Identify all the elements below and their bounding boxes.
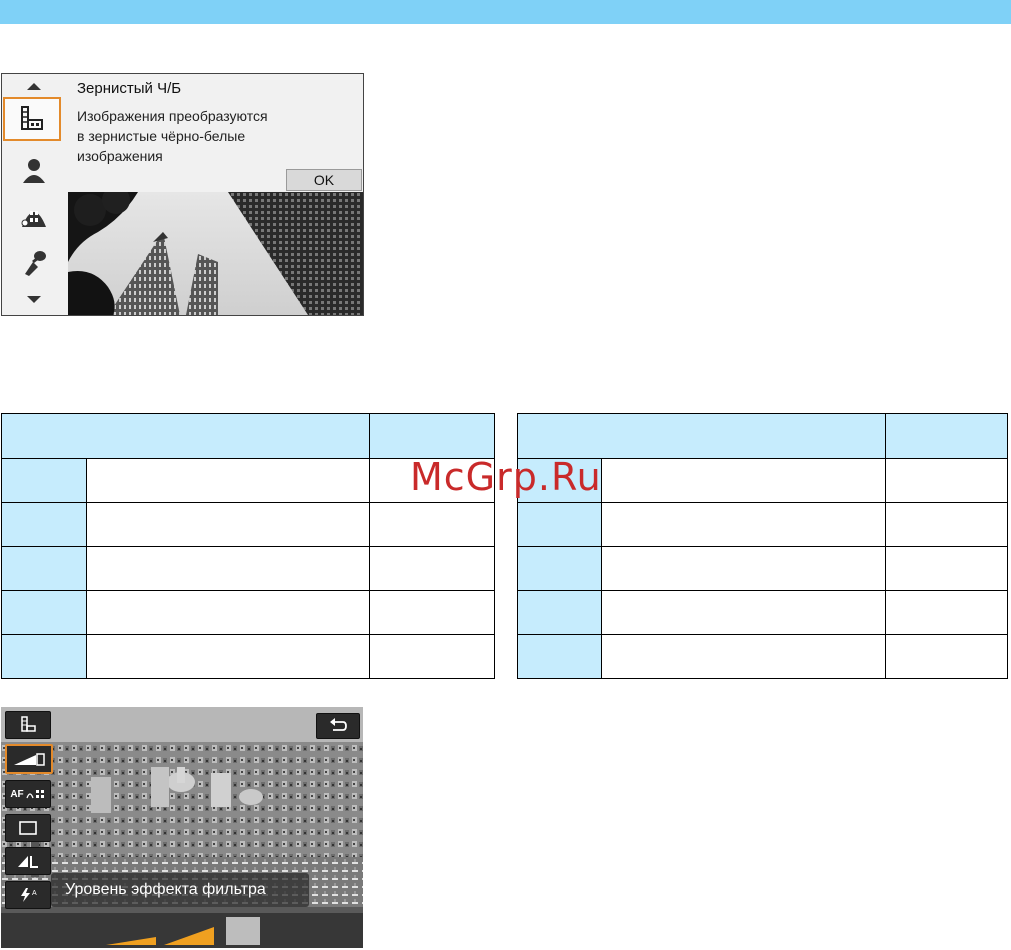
soft-focus-icon[interactable]	[8, 148, 60, 192]
table-cell	[369, 634, 495, 679]
effect-level-bars	[106, 917, 260, 945]
table-key-cell	[517, 546, 602, 591]
table-cell	[369, 502, 495, 547]
preview-photo-skyscrapers	[68, 186, 363, 315]
table-header-row	[0, 413, 495, 459]
return-arrow-icon	[330, 718, 347, 731]
description-line: в зернистые чёрно-белые	[77, 128, 246, 144]
table-cell	[85, 546, 371, 591]
image-quality-icon[interactable]	[5, 847, 51, 875]
table-cell	[600, 590, 887, 635]
table-row	[1, 590, 495, 635]
table-key-cell	[1, 590, 87, 635]
effect-level-selector	[1, 913, 363, 948]
table-header-cell	[369, 413, 495, 459]
table-key-cell	[517, 502, 602, 547]
table-row	[517, 546, 1008, 591]
table-cell	[600, 546, 887, 591]
fisheye-icon[interactable]	[8, 194, 60, 238]
filter-icon[interactable]	[5, 711, 51, 739]
table-row	[1, 502, 495, 547]
filter-title: Зернистый Ч/Б	[77, 80, 182, 97]
effect-level-bar[interactable]	[164, 927, 214, 945]
svg-text:A: A	[32, 890, 37, 897]
table-header-cell	[0, 413, 371, 459]
grainy-bw-icon[interactable]	[3, 97, 61, 141]
table-cell	[85, 590, 371, 635]
settings-table-left	[0, 413, 495, 679]
return-button[interactable]	[316, 713, 360, 739]
header-band	[0, 0, 1011, 24]
table-header-cell	[885, 413, 1008, 459]
camera-screen-filter-select: Зернистый Ч/Б Изображения преобразуются …	[1, 73, 364, 316]
table-row	[517, 634, 1008, 679]
table-key-cell	[517, 590, 602, 635]
table-key-cell	[1, 546, 87, 591]
live-view-photo-city	[1, 707, 363, 948]
description-line: Изображения преобразуются	[77, 108, 268, 124]
effect-level-label: Уровень эффекта фильтра	[65, 881, 266, 898]
table-cell	[885, 590, 1008, 635]
table-key-cell	[1, 634, 87, 679]
settings-table-right	[516, 413, 1008, 679]
af-method-icon[interactable]: AF	[5, 780, 51, 808]
effect-label-bar: Уровень эффекта фильтра	[51, 873, 309, 907]
table-key-cell	[1, 502, 87, 547]
table-cell	[885, 546, 1008, 591]
scroll-up-arrow-icon[interactable]	[27, 83, 41, 90]
ok-button[interactable]: OK	[286, 169, 362, 191]
table-key-cell	[517, 634, 602, 679]
table-cell	[600, 458, 887, 503]
table-cell	[369, 546, 495, 591]
table-cell	[85, 458, 371, 503]
table-cell	[600, 502, 887, 547]
af-label: AF	[10, 788, 24, 800]
table-cell	[369, 590, 495, 635]
table-cell	[85, 634, 371, 679]
drive-mode-icon[interactable]	[5, 814, 51, 842]
table-cell	[600, 634, 887, 679]
table-key-cell	[1, 458, 87, 503]
art-bold-icon[interactable]	[8, 241, 60, 285]
filter-info-panel: Зернистый Ч/Б Изображения преобразуются …	[68, 74, 363, 192]
description-line: изображения	[77, 148, 163, 164]
watermark: McGrp.Ru	[410, 455, 602, 499]
flash-icon[interactable]: A	[5, 881, 51, 909]
table-header-row	[516, 413, 1008, 459]
table-row	[1, 546, 495, 591]
effect-level-bar[interactable]	[226, 917, 260, 945]
table-row	[517, 502, 1008, 547]
camera-screen-live-view: AF A Уровень эффекта фильтра	[1, 707, 363, 948]
effect-level-bar[interactable]	[106, 937, 156, 945]
filter-sidebar	[2, 74, 68, 315]
table-row	[517, 590, 1008, 635]
table-cell	[885, 458, 1008, 503]
table-cell	[885, 502, 1008, 547]
effect-level-icon[interactable]	[5, 744, 53, 774]
table-cell	[885, 634, 1008, 679]
table-cell	[85, 502, 371, 547]
scroll-down-arrow-icon[interactable]	[27, 296, 41, 303]
table-header-cell	[516, 413, 887, 459]
table-row	[1, 634, 495, 679]
filter-description: Изображения преобразуются в зернистые чё…	[77, 106, 327, 166]
